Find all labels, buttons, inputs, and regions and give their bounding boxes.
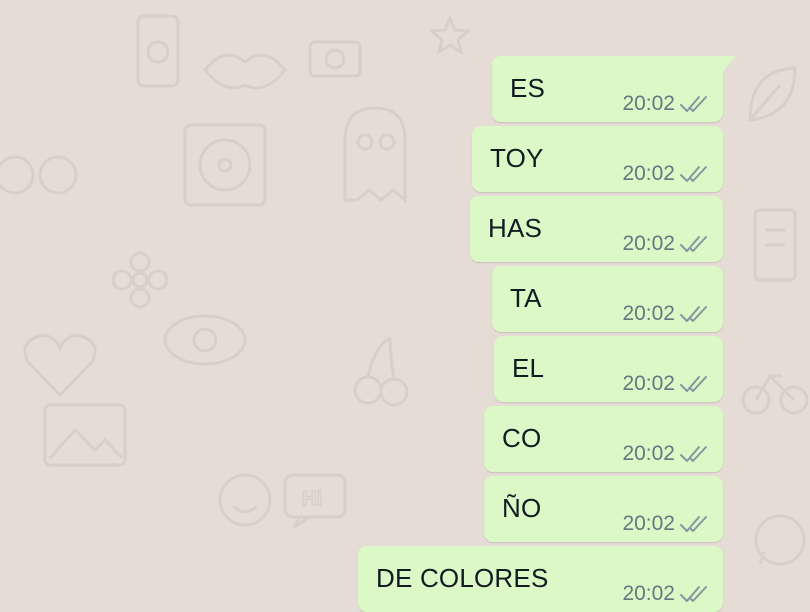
message-time: 20:02 xyxy=(622,232,675,255)
message-meta: 20:02 xyxy=(622,512,709,536)
message-meta: 20:02 xyxy=(622,162,709,186)
double-check-icon xyxy=(680,586,707,602)
message-time: 20:02 xyxy=(622,372,675,395)
smiley-doodle-icon xyxy=(218,473,272,527)
glasses-doodle-icon xyxy=(0,155,78,195)
whatsapp-doodle-icon xyxy=(754,514,806,566)
message-meta: 20:02 xyxy=(622,582,709,606)
message-bubble[interactable]: TA 20:02 xyxy=(492,266,723,332)
message-time: 20:02 xyxy=(622,302,675,325)
message-time: 20:02 xyxy=(622,92,675,115)
message-text: EL xyxy=(512,353,545,383)
double-check-icon xyxy=(680,306,707,322)
double-check-icon xyxy=(680,446,707,462)
double-check-icon xyxy=(680,516,707,532)
message-time: 20:02 xyxy=(622,442,675,465)
message-bubble[interactable]: TOY 20:02 xyxy=(472,126,723,192)
heart-doodle-icon xyxy=(23,334,97,398)
double-check-icon xyxy=(680,166,707,182)
svg-text:Hi: Hi xyxy=(302,488,322,510)
message-time: 20:02 xyxy=(622,512,675,535)
double-check-icon xyxy=(680,376,707,392)
message-text: ES xyxy=(510,73,546,103)
message-bubble[interactable]: DE COLORES 20:02 xyxy=(358,546,723,612)
message-text: TOY xyxy=(490,143,544,173)
message-meta: 20:02 xyxy=(622,442,709,466)
double-check-icon xyxy=(680,236,707,252)
lips-doodle-icon xyxy=(203,53,287,90)
message-text: HAS xyxy=(488,213,543,243)
bicycle-doodle-icon xyxy=(741,373,809,415)
camera-doodle-icon xyxy=(308,40,362,78)
hi-bubble-doodle-icon: Hi xyxy=(283,473,347,529)
pencil-doodle-icon xyxy=(753,208,797,282)
eye-doodle-icon xyxy=(163,314,247,366)
message-bubble[interactable]: HAS 20:02 xyxy=(470,196,723,262)
message-text: ÑO xyxy=(502,493,542,523)
message-meta: 20:02 xyxy=(622,302,709,326)
message-meta: 20:02 xyxy=(622,232,709,256)
cherry-doodle-icon xyxy=(353,336,409,407)
message-time: 20:02 xyxy=(622,582,675,605)
message-text: TA xyxy=(510,283,542,313)
message-bubble[interactable]: ES 20:02 xyxy=(492,56,736,122)
bubble-tail-icon xyxy=(722,56,736,74)
message-text: CO xyxy=(502,423,542,453)
vinyl-doodle-icon xyxy=(183,123,267,207)
message-meta: 20:02 xyxy=(622,92,709,116)
ghost-doodle-icon xyxy=(343,106,407,204)
message-meta: 20:02 xyxy=(622,372,709,396)
leaf-doodle-icon xyxy=(748,66,797,122)
flower-doodle-icon xyxy=(111,251,169,309)
message-bubble[interactable]: ÑO 20:02 xyxy=(484,476,723,542)
message-bubble[interactable]: CO 20:02 xyxy=(484,406,723,472)
message-time: 20:02 xyxy=(622,162,675,185)
star-doodle-icon xyxy=(430,15,470,55)
double-check-icon xyxy=(680,96,707,112)
picture-doodle-icon xyxy=(43,403,127,467)
message-bubble[interactable]: EL 20:02 xyxy=(494,336,723,402)
phone-doodle-icon xyxy=(136,14,180,88)
message-text: DE COLORES xyxy=(376,563,549,593)
